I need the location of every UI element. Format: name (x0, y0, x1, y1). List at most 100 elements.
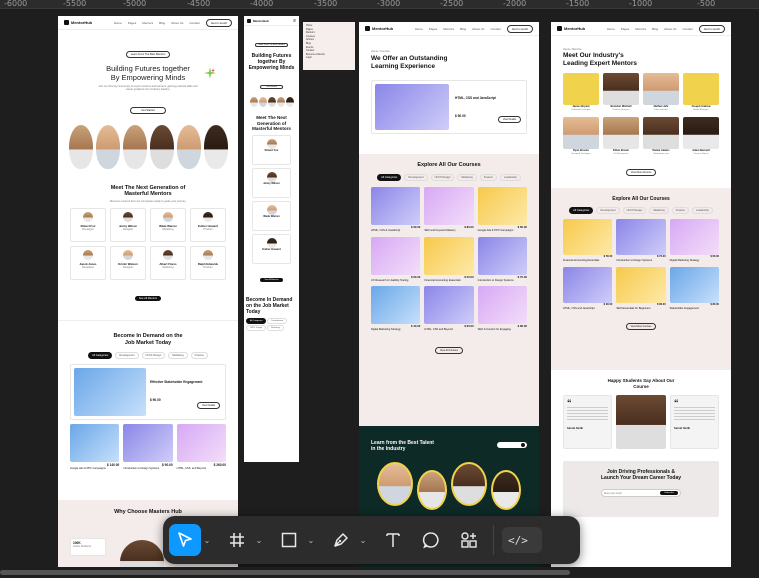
chevron-down-icon[interactable]: ⌄ (305, 536, 317, 545)
cta-email-input[interactable]: Enter your email (604, 492, 660, 495)
course-card[interactable]: $ 80.00 SEO and Keyword Mastery (424, 187, 474, 232)
nav-link[interactable]: Home (114, 21, 122, 25)
chevron-down-icon[interactable]: ⌄ (357, 536, 369, 545)
view-details-button[interactable]: View Details (497, 116, 521, 124)
tab-development[interactable]: Development (596, 207, 620, 215)
course-card[interactable]: $ 90.00 HTML, CSS and JavaScript (563, 266, 613, 310)
nav-link[interactable]: Home (607, 27, 615, 31)
actions-tool-button[interactable] (453, 524, 485, 556)
mentor-card[interactable]: Jenny Wilson (252, 168, 291, 198)
mentor-card[interactable]: Robert Fox (252, 135, 291, 165)
nav-link[interactable]: Pages (429, 27, 438, 31)
mentor-card[interactable]: Robert Fox Developer (70, 208, 106, 243)
course-card[interactable]: $ 90.00 Introduction to Design Systems (123, 424, 173, 470)
tab-marketing[interactable]: Marketing (649, 207, 669, 215)
course-card[interactable]: $ 60.00 HTML, CSS and Beyond (424, 286, 474, 331)
shape-tool-button[interactable] (273, 524, 305, 556)
tab-marketing[interactable]: Marketing (457, 174, 477, 182)
nav-link[interactable]: Blog (652, 27, 658, 31)
brand-logo[interactable]: MentorHub (365, 26, 393, 31)
tab-leadership[interactable]: Leadership (499, 174, 521, 182)
see-all-mentors-button[interactable]: See All Mentors (134, 296, 162, 302)
tab-finance[interactable]: Finance (671, 207, 689, 215)
nav-link[interactable]: Mentors (635, 27, 646, 31)
view-details-button[interactable]: View Details (196, 402, 220, 410)
course-card[interactable]: $ 90.00 HTML, CSS & JavaScript (371, 187, 421, 232)
mobile-see-all-button[interactable]: See All Mentors (260, 278, 283, 282)
view-more-mentors-button[interactable]: View More Mentors (625, 169, 657, 177)
course-card[interactable]: $ 260.00 HTML, CSS, and Beyond (176, 424, 226, 470)
get-in-touch-button[interactable]: Get in touch (205, 18, 232, 27)
pen-tool-button[interactable] (325, 524, 357, 556)
featured-course-card[interactable]: HTML, CSS and JavaScript $ 90.00 View De… (371, 80, 527, 135)
get-in-touch-button[interactable]: Get in touch (506, 24, 533, 33)
mentor-card[interactable]: Wade Warren Marketing (150, 208, 186, 243)
mentor-card[interactable]: Jenny Wilson Designer (110, 208, 146, 243)
nav-link[interactable]: Mentors (443, 27, 454, 31)
chevron-down-icon[interactable]: ⌄ (253, 536, 265, 545)
menu-item[interactable]: Login (306, 56, 352, 60)
course-card[interactable]: $ 50.00 Financial Accounting Essentials (563, 219, 613, 262)
nav-link[interactable]: Blog (460, 27, 466, 31)
nav-link[interactable]: Mentors (142, 21, 153, 25)
comment-tool-button[interactable] (415, 524, 447, 556)
frame-landing-mobile[interactable]: MentorHub ≡ Learn From The Best Mentors … (244, 16, 299, 462)
mentor-card[interactable]: James Bryant Fullstack Developer (563, 73, 599, 112)
nav-link[interactable]: About Us (472, 27, 484, 31)
frame-mentors-page[interactable]: MentorHub Home Pages Mentors Blog About … (551, 22, 731, 578)
view-more-courses-button[interactable]: View More Courses (625, 323, 657, 331)
tab-design[interactable]: UI/UX Design (622, 207, 647, 215)
get-in-touch-button[interactable]: Get in touch (698, 24, 725, 33)
mentor-card[interactable]: Adam Bennett Finance Expert (683, 116, 719, 156)
tab-development[interactable]: Development (115, 352, 139, 360)
nav-link[interactable]: About Us (664, 27, 676, 31)
brand-logo[interactable]: MentorHub (64, 20, 92, 25)
mentor-card[interactable]: Esther Howard (252, 234, 291, 264)
mentor-card[interactable]: Ralph Edwards Product (190, 246, 226, 281)
hero-get-started-button[interactable]: Get Started (130, 106, 166, 114)
frame-courses-page[interactable]: MentorHub Home Pages Mentors Blog About … (359, 22, 539, 578)
brand-logo[interactable]: MentorHub (247, 18, 269, 23)
mobile-get-started-button[interactable]: Get Started (260, 85, 283, 90)
course-card[interactable]: $ 80.00 SEO & Content for Engaging (477, 286, 527, 331)
course-card[interactable]: $ 80.00 Stakeholder Engagement (669, 266, 719, 310)
tab-leadership[interactable]: Leadership (691, 207, 713, 215)
view-all-courses-button[interactable]: View All Courses (435, 346, 463, 354)
mentor-card[interactable]: Ethan Brown UX Researcher (603, 116, 639, 156)
mentor-card[interactable]: Daniel Adams Marketing Lead (643, 116, 679, 156)
mentor-card[interactable]: Kristin Watson Designer (110, 246, 146, 281)
tab-all-categories[interactable]: All Categories (88, 352, 113, 360)
tab-finance[interactable]: Finance (190, 352, 208, 360)
course-card[interactable]: $ 140.00 Google Ads & PPC Campaigns (70, 424, 120, 470)
mentor-card[interactable]: Nathan Jefe Data Scientist (643, 73, 679, 112)
cta-subscribe-button[interactable]: Subscribe (660, 491, 678, 496)
horizontal-scrollbar[interactable] (0, 567, 759, 578)
tab-marketing[interactable]: Marketing (267, 325, 284, 331)
course-card[interactable]: $ 40.00 Digital Marketing Strategy (371, 286, 421, 331)
toggle-switch[interactable] (497, 442, 527, 448)
tab-development[interactable]: Development (404, 174, 428, 182)
tab-all-categories[interactable]: All Categories (246, 318, 267, 324)
tab-all-categories[interactable]: All Categories (377, 174, 402, 182)
course-card[interactable]: $ 70.00 Introduction to Design Systems (616, 219, 666, 262)
nav-link[interactable]: Pages (128, 21, 137, 25)
dev-mode-toggle[interactable]: </> (502, 527, 542, 553)
tab-marketing[interactable]: Marketing (168, 352, 188, 360)
text-tool-button[interactable] (377, 524, 409, 556)
course-card[interactable]: $ 70.00 Introduction to Design Systems (477, 236, 527, 282)
nav-link[interactable]: Pages (621, 27, 630, 31)
course-card[interactable]: $ 60.00 Digital Marketing Strategy (669, 219, 719, 262)
tab-development[interactable]: Development (267, 318, 288, 324)
tab-design[interactable]: UI/UX Design (246, 325, 267, 331)
mentor-card[interactable]: Albert Flores Marketing (150, 246, 186, 281)
mentor-card[interactable]: Jacob Jones Developer (70, 246, 106, 281)
nav-link[interactable]: Contact (189, 21, 199, 25)
mentor-card[interactable]: Wade Warren (252, 201, 291, 231)
nav-link[interactable]: Home (415, 27, 423, 31)
tab-design[interactable]: UI/UX Design (430, 174, 455, 182)
mentor-card[interactable]: Ryan Brooks Frontend Developer (563, 116, 599, 156)
course-card[interactable]: $ 60.00 Google Ads & PPC Campaigns (477, 187, 527, 232)
course-card[interactable]: $ 60.00 UX Research & Usability Testing (371, 236, 421, 282)
tab-finance[interactable]: Finance (479, 174, 497, 182)
mentor-card[interactable]: Joseph Andrew Brand Manager (683, 73, 719, 112)
